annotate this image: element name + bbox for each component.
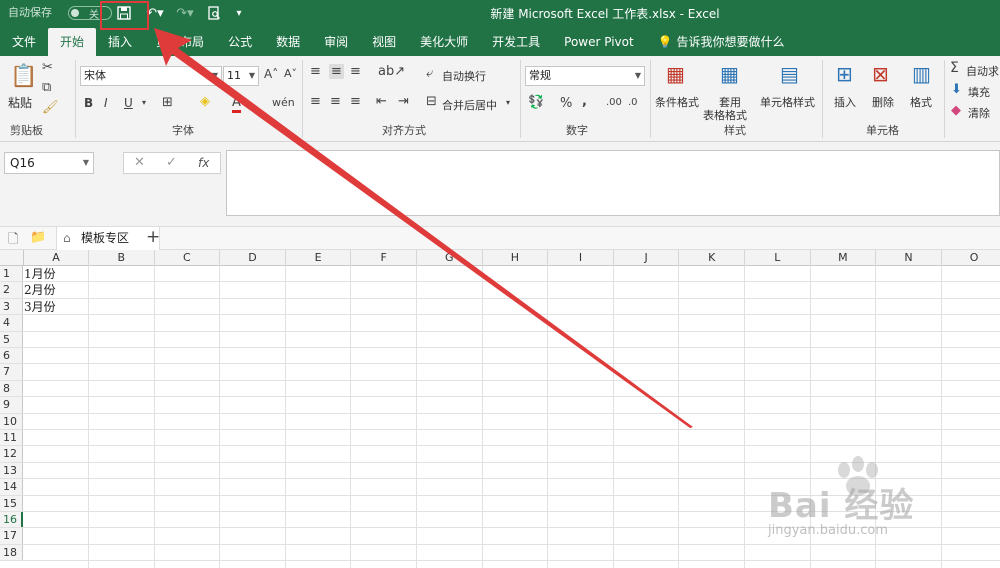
watermark-brand: Bai 经验 xyxy=(768,486,915,526)
watermark-url: jingyan.baidu.com xyxy=(768,523,888,538)
